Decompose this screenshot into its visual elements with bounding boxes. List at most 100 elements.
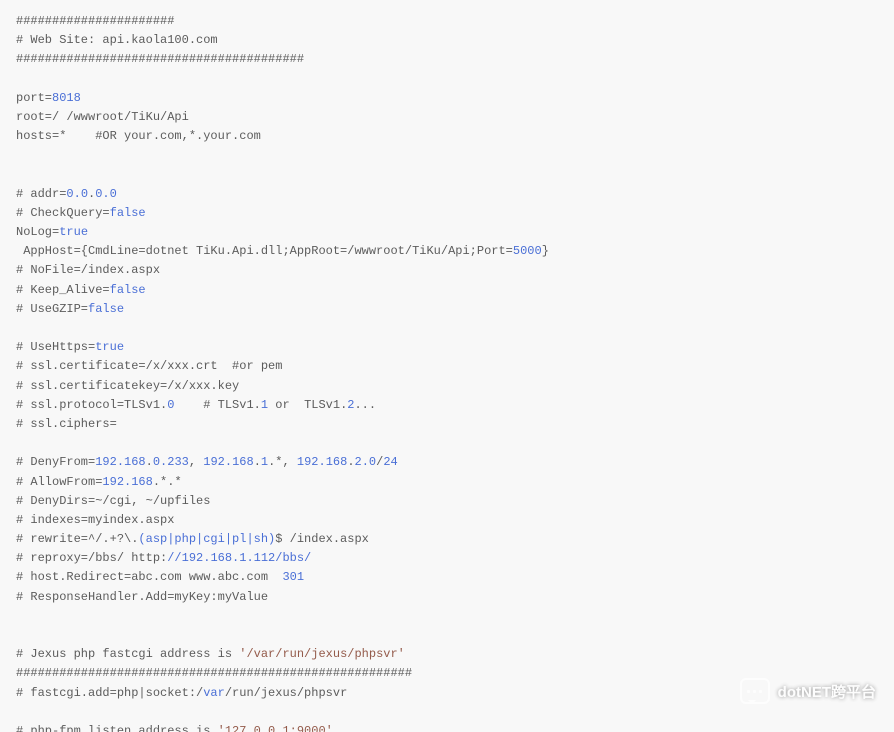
code-line: ########################################: [16, 50, 878, 69]
code-segment: # ssl.protocol=TLSv1.: [16, 398, 167, 412]
code-segment: 0.0: [95, 187, 117, 201]
code-line: NoLog=true: [16, 223, 878, 242]
code-line: # addr=0.0.0.0: [16, 185, 878, 204]
code-line: AppHost={CmdLine=dotnet TiKu.Api.dll;App…: [16, 242, 878, 261]
code-segment: or TLSv1.: [268, 398, 347, 412]
code-segment: # Web Site: api.kaola100.com: [16, 33, 218, 47]
code-line: # UseHttps=true: [16, 338, 878, 357]
code-segment: hosts=* #OR your.com,*.your.com: [16, 129, 261, 143]
code-segment: # host.Redirect=abc.com www.abc.com: [16, 570, 282, 584]
code-line: port=8018: [16, 89, 878, 108]
code-segment: var: [203, 686, 225, 700]
code-line: # AllowFrom=192.168.*.*: [16, 473, 878, 492]
code-segment: 2.0: [355, 455, 377, 469]
code-segment: ...: [354, 398, 376, 412]
watermark: dotNET跨平台: [740, 678, 876, 704]
wechat-icon: [740, 678, 770, 704]
code-line: # ssl.ciphers=: [16, 415, 878, 434]
code-segment: 301: [282, 570, 304, 584]
code-segment: true: [59, 225, 88, 239]
code-segment: # reproxy=/bbs/ http:: [16, 551, 167, 565]
code-segment: false: [110, 206, 146, 220]
code-segment: 0.0: [66, 187, 88, 201]
code-line: # ssl.certificatekey=/x/xxx.key: [16, 377, 878, 396]
code-segment: # ssl.certificate=/x/xxx.crt #or pem: [16, 359, 282, 373]
code-segment: (asp|php|cgi|pl|sh): [138, 532, 275, 546]
code-segment: # addr=: [16, 187, 66, 201]
code-segment: # UseHttps=: [16, 340, 95, 354]
code-segment: ########################################: [16, 52, 304, 66]
code-line: [16, 166, 878, 185]
code-segment: }: [542, 244, 549, 258]
code-line: ######################: [16, 12, 878, 31]
code-line: # Jexus php fastcgi address is '/var/run…: [16, 645, 878, 664]
code-segment: 0.233: [153, 455, 189, 469]
code-segment: # DenyFrom=: [16, 455, 95, 469]
code-block: ###################### # Web Site: api.ka…: [0, 0, 894, 732]
code-segment: ,: [189, 455, 203, 469]
code-segment: # ssl.ciphers=: [16, 417, 117, 431]
code-line: [16, 70, 878, 89]
code-segment: .: [347, 455, 354, 469]
code-segment: # php-fpm listen address is: [16, 724, 218, 732]
code-segment: # fastcgi.add=php|socket:/: [16, 686, 203, 700]
code-segment: '127.0.0.1:9000': [218, 724, 333, 732]
code-segment: true: [95, 340, 124, 354]
code-line: hosts=* #OR your.com,*.your.com: [16, 127, 878, 146]
code-segment: # NoFile=/index.aspx: [16, 263, 160, 277]
code-segment: /run/jexus/phpsvr: [225, 686, 347, 700]
code-line: [16, 626, 878, 645]
code-line: # ssl.certificate=/x/xxx.crt #or pem: [16, 357, 878, 376]
code-segment: 1: [261, 455, 268, 469]
code-line: # Web Site: api.kaola100.com: [16, 31, 878, 50]
code-segment: 5000: [513, 244, 542, 258]
code-line: # UseGZIP=false: [16, 300, 878, 319]
code-line: [16, 319, 878, 338]
code-line: # Keep_Alive=false: [16, 281, 878, 300]
code-segment: 1: [261, 398, 268, 412]
code-line: # php-fpm listen address is '127.0.0.1:9…: [16, 722, 878, 732]
code-segment: # Jexus php fastcgi address is: [16, 647, 239, 661]
code-line: # NoFile=/index.aspx: [16, 261, 878, 280]
code-line: [16, 607, 878, 626]
code-segment: # TLSv1.: [174, 398, 260, 412]
code-segment: '/var/run/jexus/phpsvr': [239, 647, 405, 661]
code-segment: 192.168: [203, 455, 253, 469]
code-line: # rewrite=^/.+?\.(asp|php|cgi|pl|sh)$ /i…: [16, 530, 878, 549]
code-segment: # ssl.certificatekey=/x/xxx.key: [16, 379, 239, 393]
code-segment: # DenyDirs=~/cgi, ~/upfiles: [16, 494, 210, 508]
code-line: # reproxy=/bbs/ http://192.168.1.112/bbs…: [16, 549, 878, 568]
code-segment: 192.168: [95, 455, 145, 469]
code-segment: false: [110, 283, 146, 297]
code-segment: AppHost={CmdLine=dotnet TiKu.Api.dll;App…: [16, 244, 513, 258]
code-line: # host.Redirect=abc.com www.abc.com 301: [16, 568, 878, 587]
code-segment: # rewrite=^/.+?\.: [16, 532, 138, 546]
code-segment: # UseGZIP=: [16, 302, 88, 316]
code-line: # ResponseHandler.Add=myKey:myValue: [16, 588, 878, 607]
code-segment: # indexes=myindex.aspx: [16, 513, 174, 527]
code-line: [16, 434, 878, 453]
code-segment: $ /index.aspx: [275, 532, 369, 546]
code-segment: ########################################…: [16, 666, 412, 680]
code-segment: false: [88, 302, 124, 316]
code-line: root=/ /wwwroot/TiKu/Api: [16, 108, 878, 127]
code-segment: # ResponseHandler.Add=myKey:myValue: [16, 590, 268, 604]
code-segment: # CheckQuery=: [16, 206, 110, 220]
code-line: # CheckQuery=false: [16, 204, 878, 223]
code-segment: root=/ /wwwroot/TiKu/Api: [16, 110, 189, 124]
code-segment: ######################: [16, 14, 174, 28]
code-segment: 192.168: [297, 455, 347, 469]
code-segment: 8018: [52, 91, 81, 105]
code-segment: .: [146, 455, 153, 469]
code-segment: NoLog=: [16, 225, 59, 239]
watermark-text: dotNET跨平台: [778, 681, 876, 702]
code-segment: .*.*: [153, 475, 182, 489]
code-line: [16, 146, 878, 165]
code-segment: 24: [383, 455, 397, 469]
code-segment: .*,: [268, 455, 297, 469]
code-segment: //192.168.1.112/bbs/: [167, 551, 311, 565]
code-line: # DenyDirs=~/cgi, ~/upfiles: [16, 492, 878, 511]
code-line: # indexes=myindex.aspx: [16, 511, 878, 530]
code-segment: 192.168: [102, 475, 152, 489]
code-segment: .: [254, 455, 261, 469]
